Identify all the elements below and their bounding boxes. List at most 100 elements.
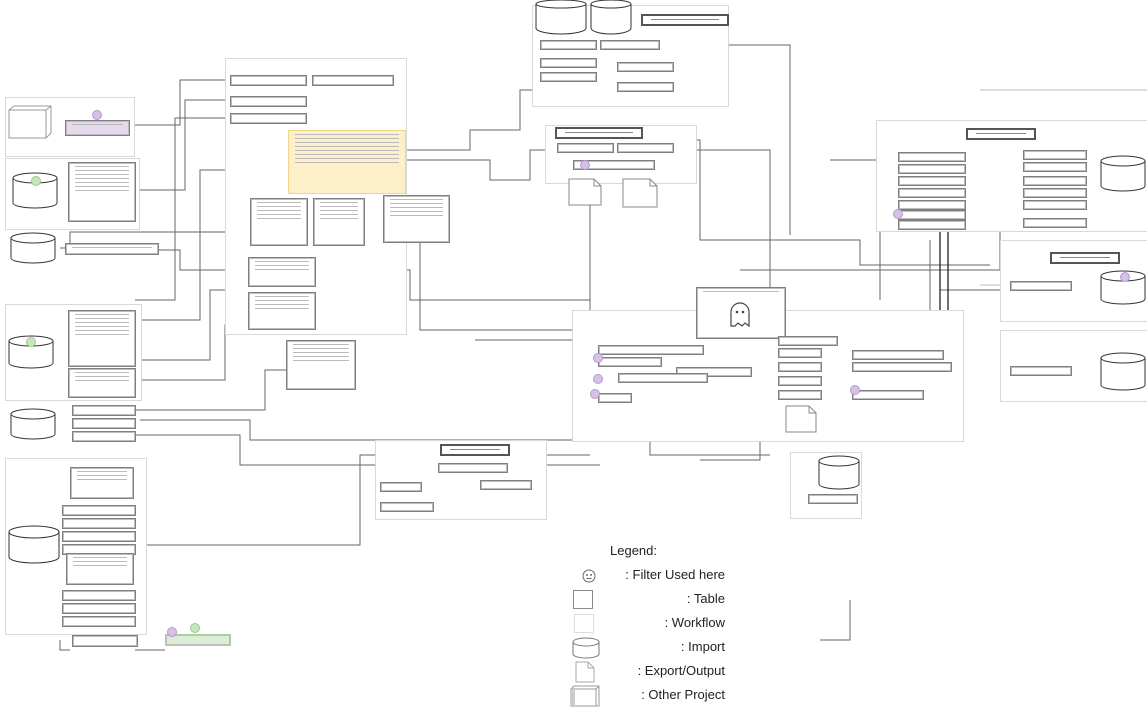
filter-marker-icon: [590, 389, 600, 399]
table-node[interactable]: [898, 164, 966, 174]
export-output-node[interactable]: [785, 405, 817, 433]
table-node[interactable]: [1023, 162, 1087, 172]
table-node[interactable]: [898, 188, 966, 198]
table-node[interactable]: [540, 40, 597, 50]
table-node[interactable]: [62, 531, 136, 542]
table-node[interactable]: [600, 40, 660, 50]
table-node[interactable]: [72, 431, 136, 442]
import-node[interactable]: [1100, 352, 1146, 392]
table-node[interactable]: [778, 376, 822, 386]
table-node[interactable]: [62, 603, 136, 614]
other-project-output-node[interactable]: [65, 120, 130, 136]
table-node[interactable]: [778, 390, 822, 400]
table-node[interactable]: [230, 113, 307, 124]
table-node[interactable]: [1023, 188, 1087, 198]
table-node[interactable]: [1010, 281, 1072, 291]
table-node[interactable]: [898, 176, 966, 186]
table-node[interactable]: [480, 480, 532, 490]
filter-marker-icon: [1120, 272, 1130, 282]
table-node[interactable]: [540, 72, 597, 82]
table-node[interactable]: [808, 494, 858, 504]
table-node[interactable]: [617, 82, 674, 92]
import-marker-icon: [26, 337, 36, 347]
table-node[interactable]: [617, 62, 674, 72]
table-node[interactable]: [313, 198, 365, 246]
import-node[interactable]: [10, 232, 56, 264]
table-node[interactable]: [852, 390, 924, 400]
table-node[interactable]: [852, 362, 952, 372]
document-export-icon: [575, 661, 595, 683]
import-node[interactable]: [8, 525, 60, 565]
table-node[interactable]: [1023, 176, 1087, 186]
workflow-title: [440, 444, 510, 456]
table-node[interactable]: [383, 195, 450, 243]
workflow-title: [641, 14, 729, 26]
table-node[interactable]: [898, 200, 966, 210]
table-node[interactable]: [1010, 366, 1072, 376]
filter-marker-icon: [850, 385, 860, 395]
import-node[interactable]: [10, 408, 56, 440]
filter-marker-icon: [92, 110, 102, 120]
table-node[interactable]: [557, 143, 614, 153]
workflow-title: [1050, 252, 1120, 264]
table-node[interactable]: [248, 257, 316, 287]
table-node[interactable]: [230, 96, 307, 107]
table-node[interactable]: [62, 590, 136, 601]
highlighted-table-node[interactable]: [288, 130, 406, 194]
table-node[interactable]: [72, 635, 138, 647]
table-node[interactable]: [598, 345, 704, 355]
table-node[interactable]: [66, 553, 134, 585]
legend-title: Legend:: [610, 543, 657, 558]
table-node[interactable]: [898, 152, 966, 162]
other-project-node[interactable]: [8, 105, 52, 139]
table-node[interactable]: [898, 210, 966, 220]
smiley-filter-icon: [582, 569, 596, 583]
table-node[interactable]: [68, 310, 136, 367]
table-node[interactable]: [778, 362, 822, 372]
table-node[interactable]: [250, 198, 308, 246]
workflow-title: [555, 127, 643, 139]
table-node[interactable]: [617, 143, 674, 153]
table-node[interactable]: [68, 368, 136, 398]
table-node[interactable]: [65, 243, 159, 255]
table-node[interactable]: [380, 482, 422, 492]
table-node[interactable]: [380, 502, 434, 512]
table-node[interactable]: [68, 162, 136, 222]
import-node[interactable]: [590, 0, 632, 36]
table-node[interactable]: [62, 518, 136, 529]
import-node[interactable]: [818, 455, 860, 491]
table-node[interactable]: [1023, 150, 1087, 160]
table-node[interactable]: [898, 220, 966, 230]
table-node[interactable]: [72, 418, 136, 429]
filter-marker-icon: [893, 209, 903, 219]
table-node[interactable]: [248, 292, 316, 330]
table-node[interactable]: [598, 393, 632, 403]
import-node[interactable]: [1100, 155, 1146, 193]
export-output-node[interactable]: [622, 178, 658, 208]
export-output-node[interactable]: [568, 178, 602, 206]
table-node[interactable]: [778, 336, 838, 346]
table-node[interactable]: [598, 357, 662, 367]
filter-marker-icon: [593, 353, 603, 363]
table-node[interactable]: [62, 616, 136, 627]
table-node[interactable]: [312, 75, 394, 86]
table-node[interactable]: [286, 340, 356, 390]
legend-label: : Filter Used here: [625, 567, 725, 582]
filter-marker-icon: [593, 374, 603, 384]
table-node[interactable]: [778, 348, 822, 358]
table-node[interactable]: [1023, 218, 1087, 228]
table-node[interactable]: [852, 350, 944, 360]
table-node[interactable]: [62, 505, 136, 516]
table-node[interactable]: [438, 463, 508, 473]
workflow-box-icon: [574, 614, 594, 633]
table-node[interactable]: [618, 373, 708, 383]
table-node[interactable]: [540, 58, 597, 68]
filter-marker-icon: [580, 160, 590, 170]
table-node[interactable]: [72, 405, 136, 416]
table-node[interactable]: [230, 75, 307, 86]
import-node[interactable]: [535, 0, 587, 36]
legend-item-workflow: : Workflow: [555, 612, 725, 636]
cylinder-import-icon: [572, 637, 600, 659]
table-node[interactable]: [1023, 200, 1087, 210]
table-node[interactable]: [70, 467, 134, 499]
